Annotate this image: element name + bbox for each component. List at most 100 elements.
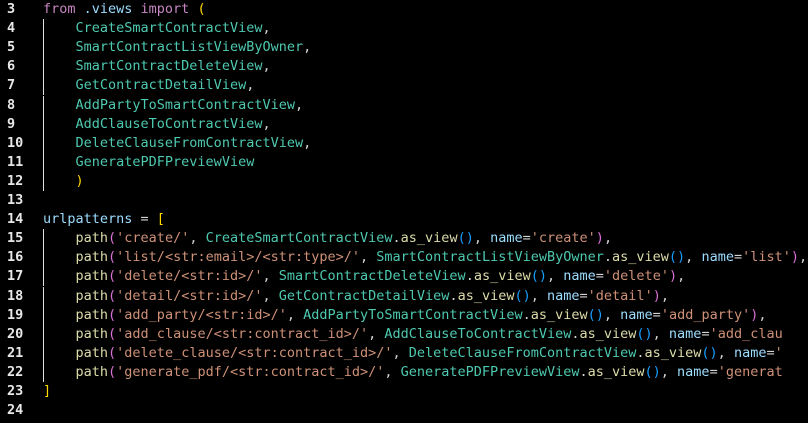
code-line[interactable]: 6 SmartContractDeleteView, [0,57,808,77]
code-line[interactable]: 7 GetContractDetailView, [0,76,808,96]
punctuation-token: , [360,249,377,266]
code-line[interactable]: 16 path('list/<str:email>/<str:type>/', … [0,248,808,268]
bracket-token: () [644,363,661,380]
class-name-token: GeneratePDFPreviewView [75,153,255,170]
line-number: 12 [7,172,24,189]
punctuation-token: , [384,363,401,380]
operator-token: = [766,344,775,361]
punctuation-token: . [636,344,645,361]
string-token: 'detail/<str:id>/' [116,287,263,304]
punctuation-token: , [262,268,279,285]
code-line[interactable]: 22 path('generate_pdf/<str:contract_id>/… [0,362,808,382]
code-text: path('add_clause/<str:contract_id>/', Ad… [43,325,783,344]
bracket-token: ) [652,287,661,304]
code-text: SmartContractListViewByOwner, [43,38,312,57]
string-token: ' [774,344,783,361]
line-number: 15 [7,230,24,247]
code-line[interactable]: 21 path('delete_clause/<str:contract_id>… [0,343,808,363]
punctuation-token: . [392,230,401,247]
code-line[interactable]: 11 GeneratePDFPreviewView [0,152,808,172]
punctuation-token: , [286,306,304,323]
code-text: GeneratePDFPreviewView [43,153,255,172]
string-token: 'detail' [587,287,653,304]
bracket-token: ( [108,344,117,361]
code-line[interactable]: 19 path('add_party/<str:id>/', AddPartyT… [0,305,808,325]
operator-token: = [522,230,531,247]
code-line[interactable]: 14 urlpatterns = [ [0,210,808,229]
bracket-token: () [587,306,604,323]
code-text: DeleteClauseFromContractView, [43,134,312,153]
function-name-token: path [75,230,109,247]
punctuation-token: . [522,306,531,323]
code-text: SmartContractDeleteView, [43,57,271,76]
operator-token: = [595,268,604,285]
bracket-token: [ [156,211,165,228]
line-number: 14 [7,211,24,228]
punctuation-token [43,58,76,74]
code-line[interactable]: 17 path('delete/<str:id>/', SmartContrac… [0,267,808,287]
code-line[interactable]: 10 DeleteClauseFromContractView, [0,133,808,153]
line-number: 3 [7,1,16,17]
identifier-token: name [620,306,653,323]
code-line[interactable]: 9 AddClauseToContractView, [0,114,808,134]
class-name-token: DeleteClauseFromContractView [75,134,304,151]
code-line[interactable]: 23] [0,382,808,401]
code-text: path('list/<str:email>/<str:type>/', Sma… [43,248,808,267]
code-editor[interactable]: 3 from .views import (4 CreateSmartContra… [0,0,808,423]
punctuation-token: , [677,268,686,285]
operator-token: = [652,306,661,323]
line-number: 24 [7,402,24,419]
code-text: CreateSmartContractView, [43,19,271,38]
function-name-token: path [75,249,109,266]
punctuation-token: , [603,230,613,247]
identifier-token: name [490,230,523,247]
punctuation-token [43,230,76,246]
class-name-token: SmartContractListViewByOwner [75,39,304,56]
function-name-token: path [75,363,109,380]
line-number: 22 [7,363,24,380]
code-line[interactable]: 8 AddPartyToSmartContractView, [0,95,808,115]
bracket-token: ( [108,306,117,323]
bracket-token: ( [197,1,206,17]
punctuation-token [43,268,76,284]
punctuation-token: . [579,363,588,380]
code-text: AddPartyToSmartContractView, [43,96,304,115]
class-name-token: SmartContractListViewByOwner [376,249,604,266]
code-text: path('detail/<str:id>/', GetContractDeta… [43,287,669,306]
code-line[interactable]: 4 CreateSmartContractView, [0,19,808,39]
line-number: 9 [7,115,16,132]
code-line[interactable]: 18 path('detail/<str:id>/', GetContractD… [0,286,808,306]
code-text: path('generate_pdf/<str:contract_id>/', … [43,363,783,382]
bracket-token: () [530,268,547,285]
string-token: 'list/<str:email>/<str:type>/' [116,249,361,266]
line-number: 16 [7,249,24,266]
string-token: 'delete/<str:id>/' [116,268,263,285]
class-name-token: AddClauseToContractView [384,325,572,342]
punctuation-token: , [392,344,409,361]
line-number: 21 [7,344,24,361]
function-name-token: as_view [530,306,588,323]
module-token: .views [75,1,141,17]
string-token: 'add_clau [709,325,783,342]
operator-token: = [579,287,588,304]
bracket-token: ) [595,230,604,247]
line-number: 4 [7,20,16,37]
code-line[interactable]: 3 from .views import ( [0,0,808,19]
code-line[interactable]: 24 [0,401,808,420]
code-line[interactable]: 15 path('create/', CreateSmartContractVi… [0,229,808,249]
string-token: 'create' [530,230,596,247]
class-name-token: SmartContractDeleteView [75,58,263,75]
code-text: ) [43,172,84,191]
punctuation-token: , [294,96,304,113]
class-name-token: GetContractDetailView [278,287,450,304]
code-line[interactable]: 13 [0,191,808,210]
bracket-token: () [636,325,653,342]
punctuation-token [43,345,76,361]
bracket-token: ( [108,230,117,247]
punctuation-token [43,288,76,304]
code-line[interactable]: 20 path('add_clause/<str:contract_id>/',… [0,324,808,344]
bracket-token: ) [790,249,800,266]
code-line[interactable]: 5 SmartContractListViewByOwner, [0,38,808,58]
function-name-token: path [75,306,109,323]
code-line[interactable]: 12 ) [0,171,808,191]
